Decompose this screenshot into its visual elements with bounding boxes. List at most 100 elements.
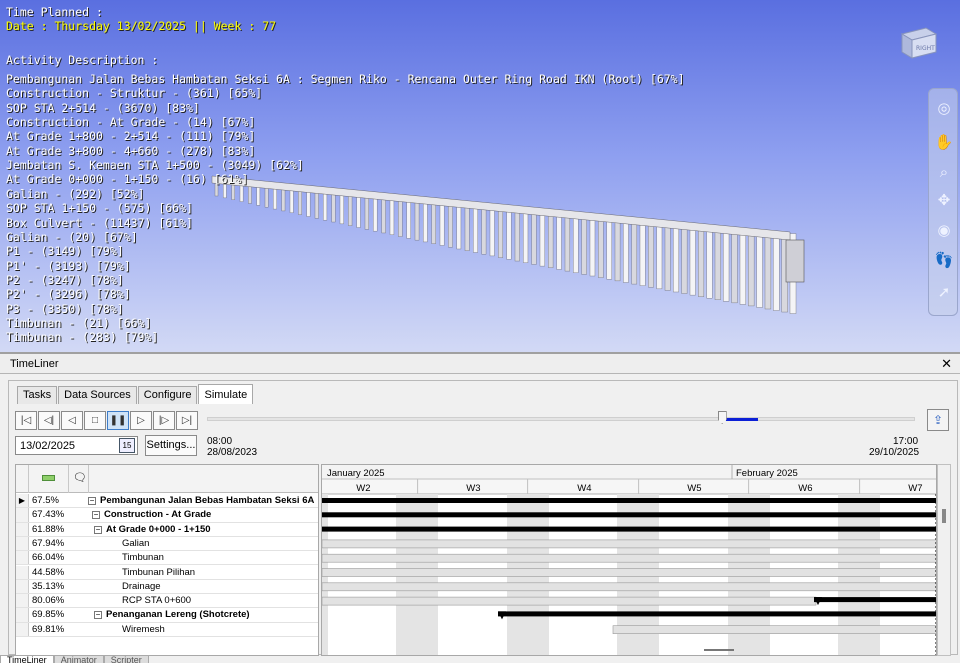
table-row[interactable]: 67.43% − Construction - At Grade: [16, 508, 318, 523]
pier-column: [398, 198, 403, 237]
pier-column: [348, 193, 353, 226]
calendar-icon[interactable]: 15: [119, 438, 135, 453]
row-percent: 35.13%: [32, 580, 65, 592]
row-selector[interactable]: [16, 508, 29, 522]
pier-column: [598, 218, 604, 278]
viewcube-label: RIGHT: [916, 45, 935, 52]
3d-viewport[interactable]: Time Planned : Date : Thursday 13/02/202…: [0, 0, 960, 352]
forward-end-icon[interactable]: ▷|: [176, 411, 198, 430]
table-row[interactable]: ▶ 67.5% − Pembangunan Jalan Bebas Hambatan …: [16, 494, 318, 509]
bridge-structure: [211, 175, 805, 314]
gantt-chart[interactable]: January 2025 February 2025 W2 W3 W4 W5 W6 W7: [321, 464, 937, 656]
tab-configure[interactable]: Configure: [137, 386, 198, 404]
slider-thumb[interactable]: [717, 411, 727, 424]
row-selector[interactable]: [16, 622, 29, 636]
scroll-thumb[interactable]: [942, 509, 946, 523]
activity-line: P1' - (3193) [79%]: [6, 258, 131, 273]
table-row[interactable]: 35.13% Drainage: [16, 579, 318, 595]
end-date: 29/10/2025: [869, 447, 920, 458]
simulation-slider[interactable]: [207, 417, 915, 421]
walk-icon[interactable]: 👣: [933, 249, 955, 271]
steering-wheel-icon[interactable]: ◎: [933, 97, 955, 119]
pause-icon[interactable]: ❚❚: [107, 411, 129, 430]
close-icon[interactable]: ✕: [941, 356, 952, 372]
table-row[interactable]: 44.58% Timbunan Pilihan: [16, 565, 318, 580]
progress-column-header[interactable]: [29, 465, 69, 493]
row-selector[interactable]: [16, 536, 29, 551]
tab-simulate[interactable]: Simulate: [198, 384, 254, 404]
bottom-tabs: TimeLiner Animator Scripter: [0, 655, 149, 663]
activity-line: P1 - (3149) [79%]: [6, 244, 124, 259]
collapse-icon[interactable]: −: [94, 611, 102, 620]
play-reverse-icon[interactable]: ◁: [61, 411, 83, 430]
settings-button[interactable]: Settings...: [145, 435, 197, 456]
tab-tasks[interactable]: Tasks: [17, 386, 58, 404]
comment-column-header[interactable]: 🗨: [69, 465, 89, 493]
activity-line: P2' - (3296) [78%]: [6, 287, 131, 302]
pier-column: [739, 229, 746, 305]
row-selector[interactable]: [16, 579, 29, 594]
task-bar: [322, 596, 817, 606]
table-row[interactable]: 67.94% Galian: [16, 536, 318, 552]
table-row[interactable]: 66.04% Timbunan: [16, 551, 318, 566]
bottom-tab-animator[interactable]: Animator: [53, 655, 104, 663]
row-selector[interactable]: [16, 551, 29, 565]
current-row-arrow-icon[interactable]: ▶: [16, 494, 29, 508]
activity-line: SOP STA 1+150 - (575) [66%]: [6, 201, 193, 216]
row-percent: 67.5%: [32, 495, 59, 506]
pier-column: [556, 214, 562, 270]
pier-column: [514, 210, 520, 262]
pier-column: [723, 228, 730, 302]
pier-column: [756, 230, 763, 308]
pier-column: [323, 190, 328, 221]
table-row[interactable]: 69.81% Wiremesh: [16, 622, 318, 637]
pier-column: [389, 197, 395, 235]
row-selector[interactable]: [16, 608, 29, 622]
collapse-icon[interactable]: −: [88, 497, 96, 505]
row-selector[interactable]: [16, 594, 29, 608]
row-name: Drainage: [122, 580, 161, 592]
orbit-icon[interactable]: ✥: [933, 189, 955, 211]
table-row[interactable]: 80.06% RCP STA 0+600: [16, 594, 318, 609]
bottom-tab-scripter[interactable]: Scripter: [103, 655, 149, 663]
timeliner-tabs: Tasks Data Sources Configure Simulate: [17, 384, 254, 404]
play-icon[interactable]: ▷: [130, 411, 152, 430]
tab-data-sources[interactable]: Data Sources: [58, 386, 137, 404]
collapse-icon[interactable]: −: [92, 511, 100, 520]
select-cursor-icon[interactable]: ➚: [933, 281, 955, 303]
date-field[interactable]: 13/02/2025 15: [15, 436, 138, 455]
row-selector[interactable]: [16, 565, 29, 579]
step-forward-icon[interactable]: |▷: [153, 411, 175, 430]
rewind-start-icon[interactable]: |◁: [15, 411, 37, 430]
pier-column: [714, 227, 721, 300]
pier-column: [773, 232, 780, 311]
row-name: Construction - At Grade: [104, 509, 212, 521]
row-name: Timbunan: [122, 552, 164, 564]
bottom-tab-timeliner[interactable]: TimeLiner: [0, 655, 54, 663]
collapse-icon[interactable]: −: [94, 525, 102, 534]
vertical-scrollbar[interactable]: [937, 464, 951, 656]
pier-column: [631, 220, 638, 285]
pan-hand-icon[interactable]: ✋: [933, 131, 955, 153]
look-icon[interactable]: ◉: [933, 219, 955, 241]
pier-column: [664, 223, 671, 291]
stop-icon[interactable]: □: [84, 411, 106, 430]
pier-column: [681, 225, 688, 294]
activity-line: P3 - (3350) [78%]: [6, 301, 124, 316]
step-back-icon[interactable]: ◁|: [38, 411, 60, 430]
comment-icon: 🗨: [73, 472, 87, 484]
table-row[interactable]: 61.88% − At Grade 0+000 - 1+150: [16, 522, 318, 537]
gantt-week-label: W4: [577, 483, 591, 494]
row-percent: 44.58%: [32, 566, 65, 578]
pier-column: [439, 203, 445, 246]
viewcube[interactable]: RIGHT: [896, 24, 940, 62]
pier-column: [523, 211, 529, 263]
activity-line: Pembangunan Jalan Bebas Hambatan Seksi 6…: [6, 72, 685, 86]
pier-column: [464, 205, 470, 251]
row-selector[interactable]: [16, 522, 29, 536]
task-bar: [322, 568, 936, 577]
zoom-window-icon[interactable]: ⌕: [933, 161, 955, 183]
export-icon[interactable]: ⇪: [927, 409, 949, 431]
table-row[interactable]: 69.85% − Penanganan Lereng (Shotcrete): [16, 608, 318, 623]
pier-column: [689, 225, 696, 296]
